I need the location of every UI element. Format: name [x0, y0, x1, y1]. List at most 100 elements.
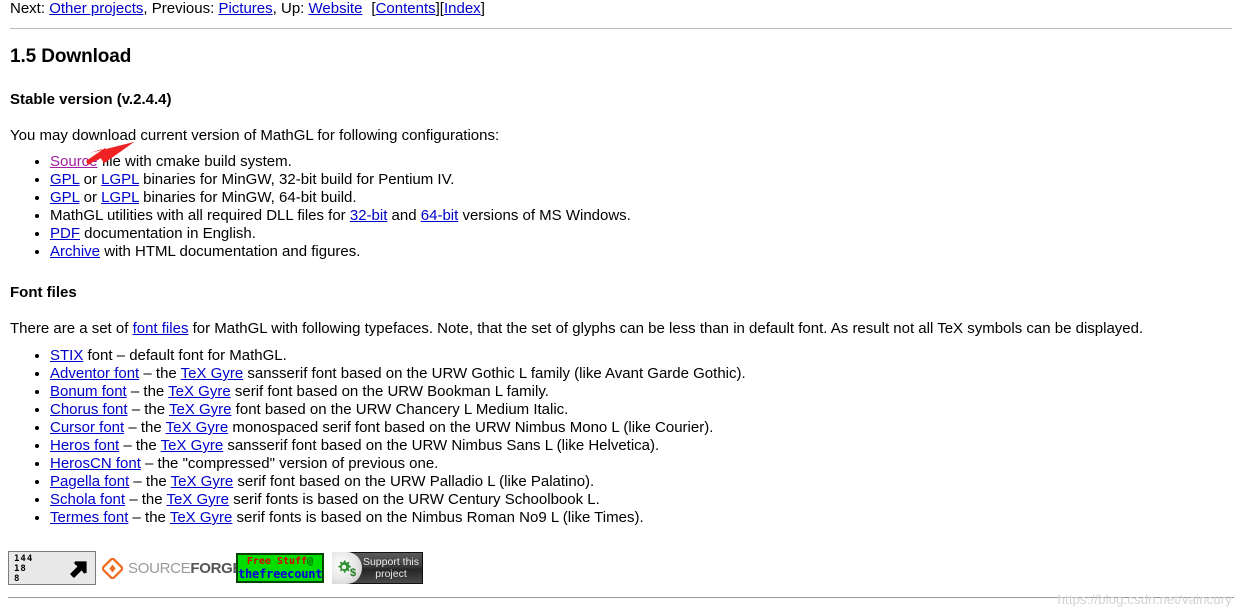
content-text: – the: [139, 365, 181, 382]
up-right-arrow-icon: [70, 561, 87, 578]
content-text: for MathGL with following typefaces. Not…: [188, 320, 1144, 337]
nav-link-contents[interactable]: Contents: [376, 0, 436, 17]
thefreecountry-badge[interactable]: Free Stuff@ thefreecountry: [236, 553, 324, 583]
support-project-badge[interactable]: $ Support this project: [332, 552, 423, 584]
content-link[interactable]: TeX Gyre: [171, 473, 234, 490]
content-link[interactable]: Bonum font: [50, 383, 127, 400]
content-link[interactable]: Termes font: [50, 509, 128, 526]
list-item: Heros font – the TeX Gyre sansserif font…: [50, 437, 1232, 455]
nav-comma-1: ,: [143, 0, 148, 17]
content-text: sansserif font based on the URW Gothic L…: [243, 365, 746, 382]
content-link[interactable]: TeX Gyre: [166, 419, 229, 436]
list-item: Chorus font – the TeX Gyre font based on…: [50, 401, 1232, 419]
content-text: binaries for MinGW, 32-bit build for Pen…: [138, 171, 455, 188]
counter-line-2: 18: [14, 564, 27, 574]
content-text: font – default font for MathGL.: [83, 347, 287, 364]
list-item: Bonum font – the TeX Gyre serif font bas…: [50, 383, 1232, 401]
content-link[interactable]: Chorus font: [50, 401, 128, 418]
page-container: Next: Other projects, Previous: Pictures…: [0, 0, 1242, 616]
content-link[interactable]: Pagella font: [50, 473, 129, 490]
sourceforge-wordmark: SOURCEFORGE: [128, 559, 243, 577]
footer-badges: 144 18 8 SOURCEFORGE Free Stuff@ thefree…: [8, 551, 423, 585]
navigation-bar: Next: Other projects, Previous: Pictures…: [10, 0, 1232, 18]
support-label: Support this project: [360, 556, 422, 580]
content-text: binaries for MinGW, 64-bit build.: [138, 189, 357, 206]
content-link[interactable]: TeX Gyre: [181, 365, 244, 382]
content-link[interactable]: PDF: [50, 225, 80, 242]
content-text: serif fonts is based on the Nimbus Roman…: [232, 509, 644, 526]
content-link[interactable]: Adventor font: [50, 365, 139, 382]
content-link[interactable]: Heros font: [50, 437, 119, 454]
content-link[interactable]: Source: [50, 153, 98, 170]
sourceforge-text-bold: FORGE: [190, 559, 243, 577]
content-text: – the: [127, 401, 169, 418]
content-link[interactable]: TeX Gyre: [169, 401, 232, 418]
content-link[interactable]: 64-bit: [421, 207, 459, 224]
content-link[interactable]: HerosCN font: [50, 455, 141, 472]
freecountry-free-stuff: Free Stuff: [246, 556, 308, 567]
nav-link-other-projects[interactable]: Other projects: [49, 0, 143, 17]
stable-version-heading: Stable version (v.2.4.4): [10, 91, 172, 108]
content-link[interactable]: LGPL: [101, 171, 139, 188]
content-link[interactable]: STIX: [50, 347, 83, 364]
dollar-sign-icon: $: [350, 567, 357, 579]
content-text: – the "compressed" version of previous o…: [140, 455, 439, 472]
content-link[interactable]: GPL: [50, 171, 79, 188]
content-text: – the: [129, 473, 171, 490]
previous-label: Previous:: [151, 0, 215, 17]
list-item: Termes font – the TeX Gyre serif fonts i…: [50, 509, 1232, 527]
content-link[interactable]: TeX Gyre: [168, 383, 231, 400]
content-link[interactable]: GPL: [50, 189, 79, 206]
list-item: Source file with cmake build system.: [50, 153, 1232, 171]
content-link[interactable]: Cursor font: [50, 419, 124, 436]
content-text: documentation in English.: [80, 225, 256, 242]
list-item: GPL or LGPL binaries for MinGW, 32-bit b…: [50, 171, 1232, 189]
bracket-close: ]: [480, 0, 485, 17]
support-line-2: project: [375, 568, 407, 580]
visitor-counter-badge[interactable]: 144 18 8: [8, 551, 96, 585]
content-link[interactable]: LGPL: [101, 189, 139, 206]
content-link[interactable]: Schola font: [50, 491, 125, 508]
font-files-heading: Font files: [10, 284, 77, 301]
content-text: serif font based on the URW Palladio L (…: [233, 473, 595, 490]
font-files-paragraph: There are a set of font files for MathGL…: [10, 320, 1232, 338]
next-label: Next:: [10, 0, 46, 17]
content-text: There are a set of: [10, 320, 133, 337]
sourceforge-text-light: SOURCE: [128, 559, 191, 577]
bracket-mid: ][: [435, 0, 444, 17]
nav-link-website[interactable]: Website: [309, 0, 363, 17]
content-link[interactable]: TeX Gyre: [161, 437, 224, 454]
content-link[interactable]: 32-bit: [350, 207, 388, 224]
content-text: and: [387, 207, 421, 224]
list-item: Adventor font – the TeX Gyre sansserif f…: [50, 365, 1232, 383]
content-text: serif font based on the URW Bookman L fa…: [230, 383, 549, 400]
gear-icon-wrapper: $: [332, 552, 362, 584]
content-text: monospaced serif font based on the URW N…: [228, 419, 714, 436]
counter-line-1: 144: [14, 554, 34, 564]
content-text: serif fonts is based on the URW Century …: [229, 491, 600, 508]
list-item: Pagella font – the TeX Gyre serif font b…: [50, 473, 1232, 491]
content-text: sansserif font based on the URW Nimbus S…: [223, 437, 660, 454]
nav-comma-2: ,: [272, 0, 277, 17]
content-text: – the: [119, 437, 161, 454]
watermark-text: https://blog.csdn.net/vaincury: [1057, 592, 1232, 607]
nav-link-pictures[interactable]: Pictures: [218, 0, 272, 17]
list-item: GPL or LGPL binaries for MinGW, 64-bit b…: [50, 189, 1232, 207]
nav-link-index[interactable]: Index: [444, 0, 481, 17]
content-link[interactable]: font files: [133, 320, 189, 337]
counter-digits: 144 18 8: [14, 554, 33, 584]
sourceforge-badge[interactable]: SOURCEFORGE: [102, 551, 243, 585]
list-item: MathGL utilities with all required DLL f…: [50, 207, 1232, 225]
content-text: or: [79, 171, 102, 188]
content-text: font based on the URW Chancery L Medium …: [231, 401, 569, 418]
content-text: – the: [128, 509, 170, 526]
list-item: PDF documentation in English.: [50, 225, 1232, 243]
content-link[interactable]: TeX Gyre: [170, 509, 233, 526]
content-link[interactable]: Archive: [50, 243, 100, 260]
content-link[interactable]: TeX Gyre: [167, 491, 230, 508]
list-item: HerosCN font – the "compressed" version …: [50, 455, 1232, 473]
counter-line-3: 8: [14, 574, 21, 584]
footer-divider: [8, 597, 1234, 598]
list-item: Cursor font – the TeX Gyre monospaced se…: [50, 419, 1232, 437]
list-item: Schola font – the TeX Gyre serif fonts i…: [50, 491, 1232, 509]
